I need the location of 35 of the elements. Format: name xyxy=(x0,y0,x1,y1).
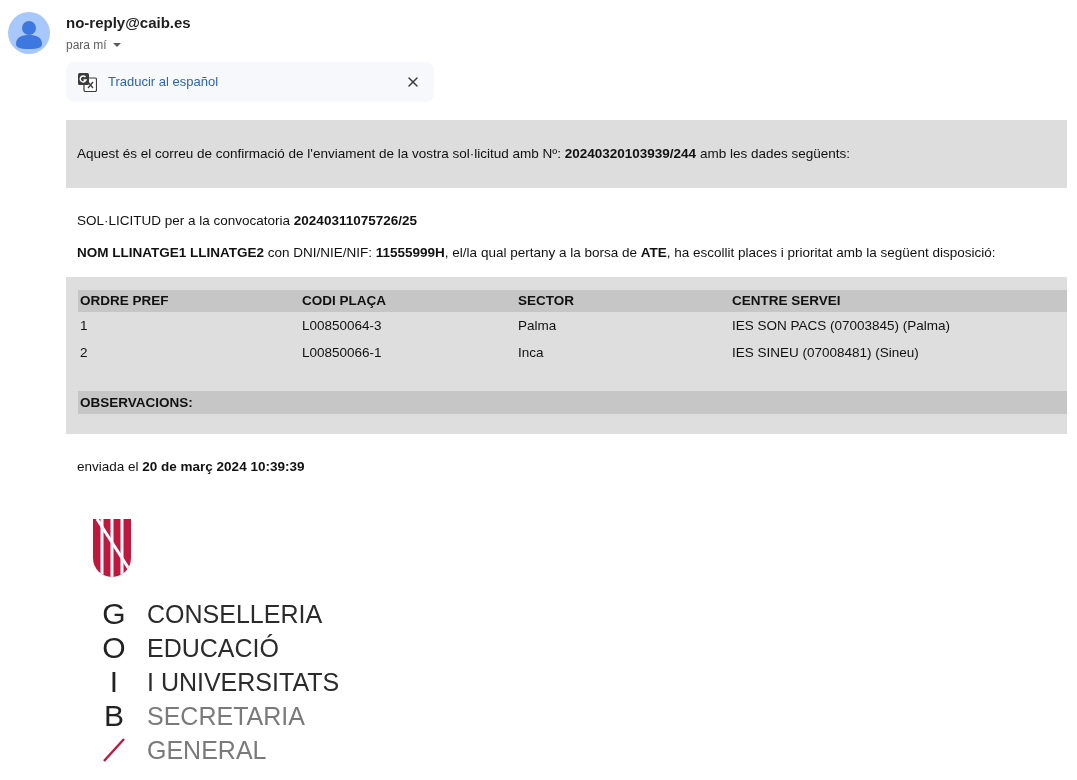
column-header: SECTOR xyxy=(518,293,574,308)
table-cell: L00850066-1 xyxy=(302,344,382,360)
sender-address: no-reply@caib.es xyxy=(66,14,192,32)
striped-shield-icon xyxy=(93,519,131,577)
logo-letter: G xyxy=(102,597,126,631)
slash-icon xyxy=(103,738,125,762)
observations-label: OBSERVACIONS: xyxy=(80,394,193,411)
logo-letter: I xyxy=(109,665,119,699)
logo-letter: O xyxy=(102,631,126,665)
logo-text: I UNIVERSITATS xyxy=(147,667,340,698)
person-avatar-icon xyxy=(8,12,50,54)
translate-icon xyxy=(78,72,97,92)
logo-text: EDUCACIÓ xyxy=(147,633,279,664)
sent-date-line: enviada el 20 de març 2024 10:39:39 xyxy=(77,459,305,474)
caret-icon xyxy=(112,43,121,47)
table-cell: 2 xyxy=(80,344,88,360)
close-icon xyxy=(405,74,421,90)
column-header: ORDRE PREF xyxy=(80,293,169,308)
confirmation-message: Aquest és el correu de confirmació de l'enviament de la vostra sol·licitud amb Nº: 20240320103939/244 amb les dades següents: xyxy=(77,146,850,162)
table-cell: 1 xyxy=(80,317,88,333)
table-cell: Inca xyxy=(518,344,544,360)
table-cell: IES SINEU (07008481) (Sineu) xyxy=(732,344,919,360)
statement-text: NOM LLINATGE1 LLINATGE2 con DNI/NIE/NIF: 11555999H, el/la qual pertany a la borsa de ATE, ha escollit places i prioritat amb la següent disposició: xyxy=(77,245,996,260)
table-cell: Palma xyxy=(518,317,557,333)
table-cell: L00850064-3 xyxy=(302,317,382,333)
application-line: SOL·LICITUD per a la convocatoria 20240311075726/25 xyxy=(77,213,417,228)
logo-text: SECRETARIA xyxy=(147,701,305,732)
column-header: CENTRE SERVEI xyxy=(732,293,841,308)
recipient-dropdown[interactable]: para mí xyxy=(66,37,121,53)
table-cell: IES SON PACS (07003845) (Palma) xyxy=(732,317,951,333)
logo-text: CONSELLERIA xyxy=(147,599,323,630)
column-header: CODI PLAÇA xyxy=(302,293,386,308)
logo-letter: B xyxy=(104,699,124,733)
logo-text: GENERAL xyxy=(147,735,267,766)
translate-link[interactable]: Traducir al español xyxy=(108,72,219,92)
